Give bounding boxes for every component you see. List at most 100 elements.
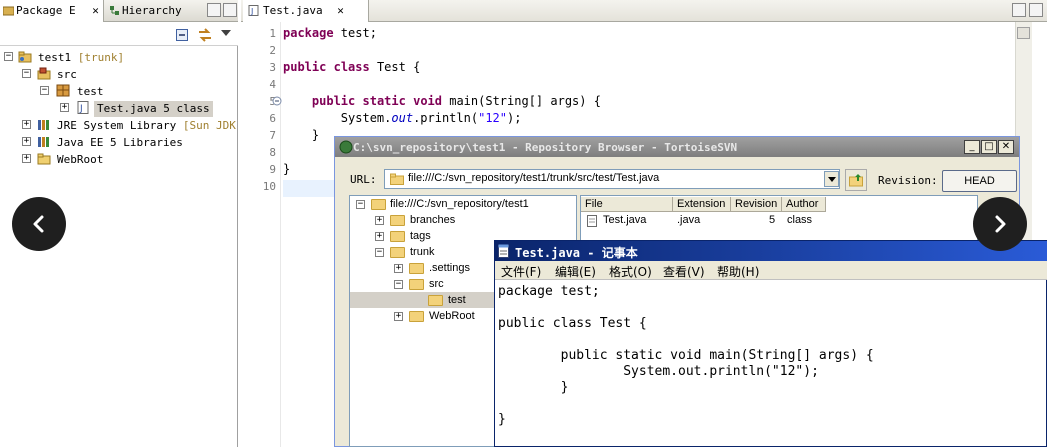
expand-toggle[interactable]: + [22, 137, 31, 146]
java-file-icon: J [248, 5, 259, 16]
cell-author: class [787, 214, 813, 226]
chevron-right-icon [995, 215, 1006, 233]
library-icon [38, 120, 49, 130]
repo-tree-src[interactable]: src [429, 276, 444, 292]
keyword: package [283, 26, 334, 40]
revision-button[interactable]: HEAD [942, 170, 1017, 192]
notepad-line: package test; [498, 284, 600, 299]
column-header-revision[interactable]: Revision [731, 197, 782, 212]
go-up-button[interactable] [845, 169, 867, 191]
cell-extension: .java [677, 214, 701, 226]
repo-tree-root[interactable]: file:///C:/svn_repository/test1 [390, 196, 529, 212]
close-icon[interactable]: ✕ [92, 4, 99, 17]
url-dropdown-button[interactable] [824, 171, 839, 187]
expand-toggle[interactable]: + [394, 264, 403, 273]
maximize-view-button[interactable] [223, 3, 237, 17]
expand-toggle[interactable]: + [22, 154, 31, 163]
link-with-editor-icon[interactable] [197, 27, 213, 43]
repo-tree-tags[interactable]: tags [410, 228, 431, 244]
code-line-1: package test; [283, 26, 377, 40]
minimize-button[interactable]: _ [964, 140, 980, 154]
fold-toggle-icon[interactable] [272, 96, 282, 106]
tree-item-src[interactable]: src [57, 67, 77, 83]
line-number: 2 [269, 44, 276, 57]
expand-toggle[interactable]: + [60, 103, 69, 112]
column-header-file[interactable]: File [581, 197, 673, 212]
scroll-up-button[interactable] [1017, 27, 1030, 39]
folder-icon [390, 173, 404, 185]
expand-toggle[interactable]: − [375, 248, 384, 257]
tab-package-explorer[interactable]: Package E ✕ [0, 0, 104, 22]
notepad-icon [498, 244, 509, 258]
line-number: 8 [269, 146, 276, 159]
line-number: 1 [269, 27, 276, 40]
editor-tab-label: Test.java [263, 4, 323, 17]
code-line-7: } [283, 128, 319, 142]
notepad-line: System.out.println("12"); [498, 364, 819, 379]
repo-tree-settings[interactable]: .settings [429, 260, 470, 276]
maximize-editor-button[interactable] [1029, 3, 1043, 17]
line-number: 4 [269, 78, 276, 91]
tree-item-label: Test.java 5 [97, 102, 170, 115]
tree-item-test-package[interactable]: test [77, 84, 104, 100]
code-line-6: System.out.println("12"); [283, 111, 522, 125]
line-number: 3 [269, 61, 276, 74]
repo-tree-trunk[interactable]: trunk [410, 244, 434, 260]
menu-format[interactable]: 格式(O) [609, 263, 652, 280]
notepad-line: } [498, 412, 506, 427]
tab-hierarchy-label: Hierarchy [122, 4, 182, 17]
column-header-extension[interactable]: Extension [673, 197, 731, 212]
close-icon[interactable]: ✕ [337, 4, 344, 17]
notepad-line: public class Test { [498, 316, 647, 331]
next-button[interactable] [973, 197, 1027, 251]
expand-toggle[interactable]: + [375, 232, 384, 241]
expand-toggle[interactable]: + [22, 120, 31, 129]
code-text: Test { [369, 60, 421, 74]
repo-tree-test[interactable]: test [448, 292, 466, 308]
menu-help[interactable]: 帮助(H) [717, 263, 759, 280]
expand-toggle[interactable]: + [375, 216, 384, 225]
code-text: ); [507, 111, 522, 125]
code-text: } [311, 128, 320, 142]
package-icon [56, 84, 70, 97]
tree-item-test-java[interactable]: Test.java 5 class [94, 101, 213, 117]
tree-item-javaee[interactable]: Java EE 5 Libraries [57, 135, 183, 151]
repo-tree-branches[interactable]: branches [410, 212, 455, 228]
url-combobox[interactable]: file:///C:/svn_repository/test1/trunk/sr… [384, 169, 840, 189]
expand-toggle[interactable]: − [22, 69, 31, 78]
svg-text:J: J [79, 104, 83, 114]
keyword: public [283, 60, 327, 74]
close-button[interactable]: ✕ [998, 140, 1014, 154]
project-icon [18, 51, 32, 63]
repo-tree-webroot[interactable]: WebRoot [429, 308, 475, 324]
chevron-left-icon [33, 215, 44, 233]
minimize-view-button[interactable] [207, 3, 221, 17]
view-menu-icon[interactable] [221, 30, 231, 38]
tab-test-java[interactable]: J Test.java ✕ [243, 0, 369, 22]
folder-icon [409, 279, 424, 290]
expand-toggle[interactable]: − [40, 86, 49, 95]
code-text: test; [333, 26, 377, 40]
tree-item-webroot[interactable]: WebRoot [57, 152, 103, 168]
menu-edit[interactable]: 编辑(E) [555, 263, 596, 280]
menu-view[interactable]: 查看(V) [663, 263, 705, 280]
tab-hierarchy[interactable]: Hierarchy [106, 0, 222, 22]
expand-toggle[interactable]: − [4, 52, 13, 61]
keyword: public [311, 94, 356, 108]
previous-button[interactable] [12, 197, 66, 251]
maximize-button[interactable]: □ [981, 140, 997, 154]
tree-item-label: Java EE 5 Libraries [57, 136, 183, 149]
minimize-editor-button[interactable] [1012, 3, 1026, 17]
menu-file[interactable]: 文件(F) [501, 263, 541, 280]
tree-item-label: WebRoot [57, 153, 104, 166]
expand-toggle[interactable]: − [356, 200, 365, 209]
tab-package-explorer-label: Package E [16, 4, 76, 17]
code-line-5: public static void main(String[] args) { [283, 94, 601, 108]
url-label: URL: [350, 173, 377, 186]
column-header-author[interactable]: Author [782, 197, 826, 212]
collapse-all-icon[interactable] [176, 29, 188, 41]
expand-toggle[interactable]: − [394, 280, 403, 289]
tree-item-test1[interactable]: test1 [trunk] [38, 50, 124, 66]
tree-item-jre[interactable]: JRE System Library [Sun JDK 1. [57, 118, 256, 134]
expand-toggle[interactable]: + [394, 312, 403, 321]
